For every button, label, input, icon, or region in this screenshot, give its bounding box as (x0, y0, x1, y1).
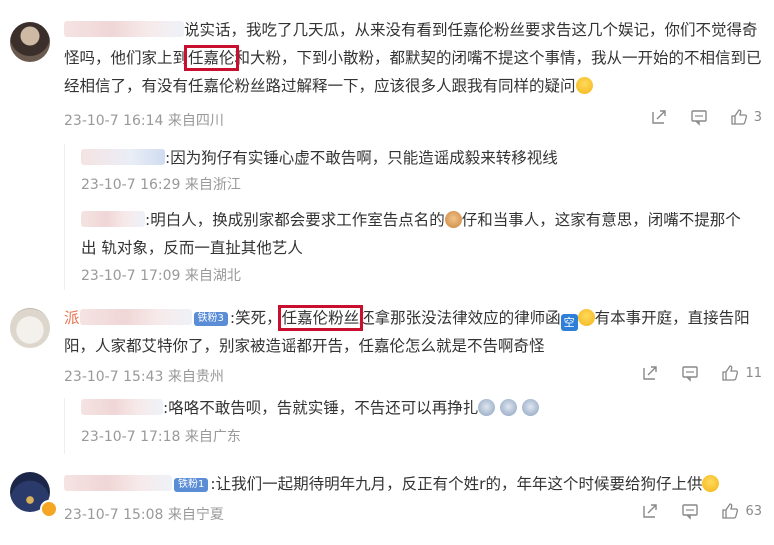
reply-text: :咯咯不敢告呗，告就实锤，不告还可以再挣扎 (81, 394, 754, 422)
reply-text: :因为狗仔有实锤心虚不敢告啊，只能造谣成毅来转移视线 (81, 144, 754, 172)
comment-text: 铁粉1:让我们一起期待明年九月，反正有个姓r的，年年这个时候要给狗仔上供 (64, 470, 764, 498)
share-button[interactable] (641, 502, 659, 520)
username-blurred[interactable] (79, 309, 192, 325)
highlighted-name: 任嘉伦粉丝 (277, 305, 364, 331)
comment-meta: 23-10-7 16:14 来自四川 (64, 113, 224, 129)
ghost-emoji-icon (500, 399, 518, 416)
comment-feed: 说实话，我吃了几天瓜，从来没有看到任嘉伦粉丝要求告这几个娱记，你们不觉得奇怪吗，… (0, 0, 774, 545)
shy-emoji-icon (702, 475, 720, 492)
like-button[interactable]: 11 (721, 364, 762, 382)
username-blurred[interactable] (64, 21, 184, 37)
username-blurred[interactable] (64, 475, 172, 491)
like-count: 11 (745, 365, 762, 381)
like-icon (731, 109, 747, 125)
reply-meta: 23-10-7 17:18 来自广东 (81, 429, 241, 445)
share-icon (643, 504, 658, 518)
empty-square-emoji: 空 (560, 314, 578, 331)
reply-meta: 23-10-7 17:09 来自湖北 (81, 268, 241, 284)
laugh-emoji-icon (577, 309, 595, 326)
ghost-emoji-icon (522, 399, 540, 416)
laugh-emoji-icon (575, 77, 593, 94)
fan-badge: 铁粉3 (193, 312, 228, 326)
like-count: 63 (745, 503, 762, 519)
dog-emoji-icon (444, 211, 462, 228)
fan-badge: 铁粉1 (174, 478, 209, 492)
share-button[interactable] (641, 364, 659, 382)
comment-text: 说实话，我吃了几天瓜，从来没有看到任嘉伦粉丝要求告这几个娱记，你们不觉得奇怪吗，… (64, 21, 762, 95)
username[interactable]: 派 (64, 309, 80, 327)
reply-text: :明白人，换成别家都会要求工作室告点名的 仔和当事人，这家有意思，闭嘴不提那个出 … (81, 211, 741, 257)
comment-icon (691, 110, 707, 126)
username-blurred[interactable] (81, 149, 165, 165)
verified-badge-icon (40, 500, 58, 518)
comment-meta: 23-10-7 15:43 来自贵州 (64, 369, 224, 385)
avatar[interactable] (10, 308, 50, 348)
share-icon (652, 110, 666, 124)
share-icon (643, 366, 658, 380)
comment-button[interactable] (681, 502, 699, 520)
avatar[interactable] (10, 22, 50, 62)
share-button[interactable] (650, 108, 668, 126)
comment-actions: 63 (619, 502, 762, 520)
username-blurred[interactable] (81, 399, 163, 415)
comment-text: 派铁粉3:笑死，任嘉伦粉丝还拿那张没法律效应的律师函空有本事开庭，直接告阳阳，人… (64, 305, 750, 355)
comment-icon (682, 366, 699, 382)
username-blurred[interactable] (81, 211, 145, 227)
comment-meta: 23-10-7 15:08 来自宁夏 (64, 507, 224, 523)
like-count: 3 (753, 109, 762, 125)
comment-icon (682, 504, 699, 520)
comment-button[interactable] (690, 108, 708, 126)
like-icon (722, 503, 739, 519)
like-button[interactable]: 3 (730, 108, 762, 126)
reply-thread: :因为狗仔有实锤心虚不敢告啊，只能造谣成毅来转移视线 23-10-7 16:29… (64, 144, 764, 290)
highlighted-name: 任嘉伦 (184, 45, 239, 71)
comment-actions: 3 (628, 108, 762, 126)
like-button[interactable]: 63 (721, 502, 762, 520)
reply-meta: 23-10-7 16:29 来自浙江 (81, 177, 241, 193)
reply-thread: :咯咯不敢告呗，告就实锤，不告还可以再挣扎 23-10-7 17:18 来自广东 (64, 398, 764, 454)
ghost-emoji-icon (478, 399, 496, 416)
comment-actions: 11 (619, 364, 762, 382)
like-icon (722, 365, 739, 381)
comment-button[interactable] (681, 364, 699, 382)
